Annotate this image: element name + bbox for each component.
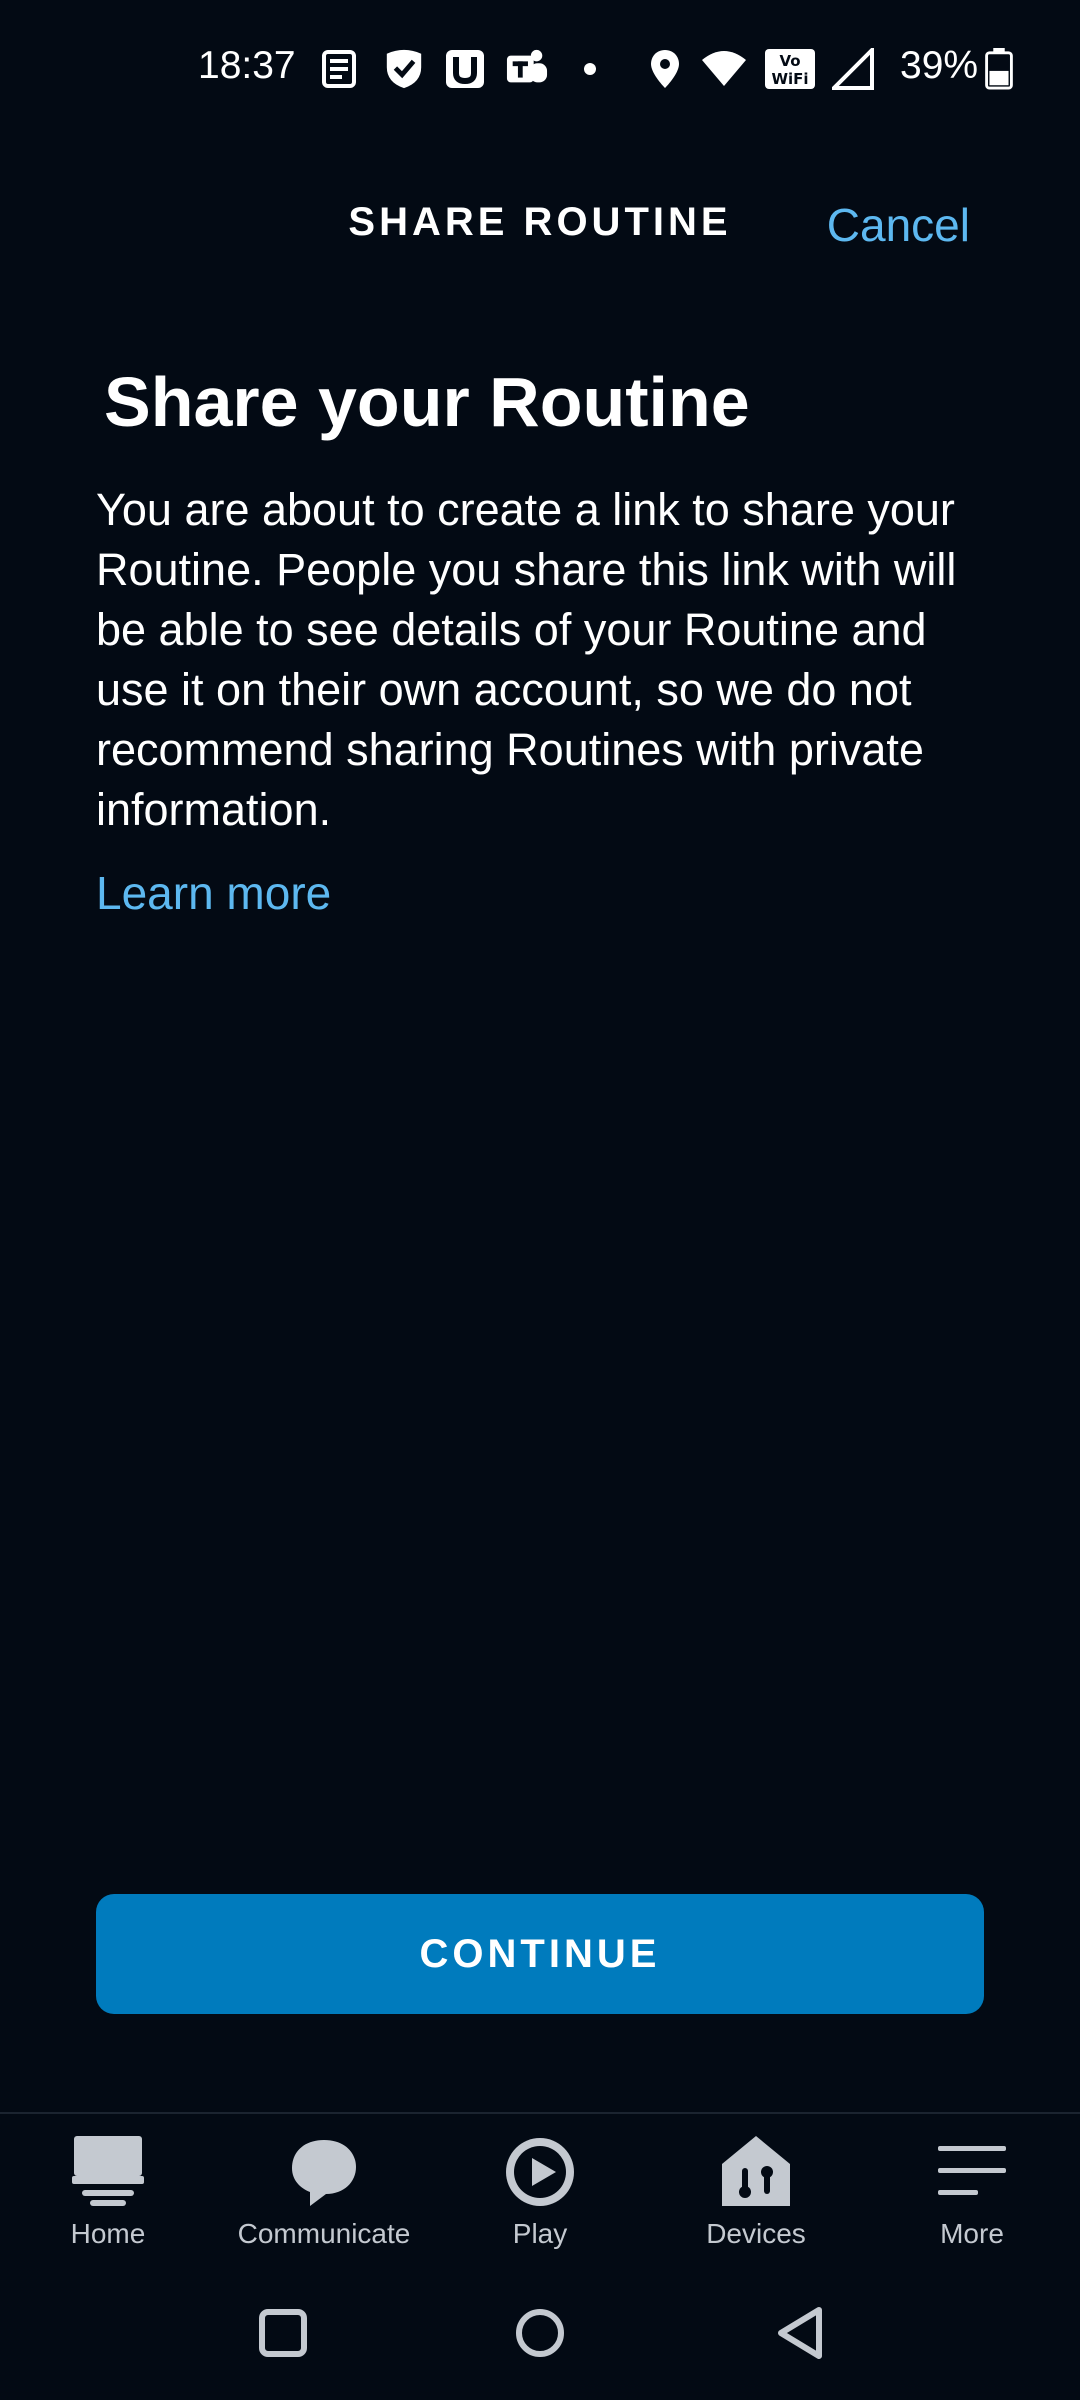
system-nav-bar bbox=[0, 2268, 1080, 2400]
location-icon bbox=[651, 50, 679, 88]
status-time: 18:37 bbox=[198, 44, 296, 87]
bottom-nav: Home Communicate Play Devices More bbox=[0, 2112, 1080, 2269]
chat-bubble-icon bbox=[292, 2140, 356, 2206]
description-text: You are about to create a link to share … bbox=[96, 484, 957, 835]
menu-icon bbox=[938, 2146, 1006, 2195]
continue-button[interactable]: CONTINUE bbox=[96, 1894, 984, 2014]
recents-button[interactable] bbox=[248, 2298, 318, 2368]
nav-label-more: More bbox=[940, 2218, 1004, 2249]
dot-icon bbox=[584, 63, 596, 75]
nav-item-play[interactable]: Play bbox=[432, 2134, 648, 2264]
svg-text:Vo: Vo bbox=[779, 52, 800, 70]
page-title: Share your Routine bbox=[104, 363, 750, 441]
vowifi-icon: Vo WiFi bbox=[765, 49, 815, 89]
nav-label-home: Home bbox=[70, 2218, 146, 2249]
check-shield-icon bbox=[386, 49, 422, 89]
devices-icon bbox=[722, 2136, 790, 2206]
signal-icon bbox=[832, 48, 874, 90]
nav-item-communicate[interactable]: Communicate bbox=[216, 2134, 432, 2264]
news-icon bbox=[322, 50, 356, 88]
nav-item-more[interactable]: More bbox=[864, 2134, 1080, 2264]
wifi-icon bbox=[702, 51, 746, 86]
nav-item-home[interactable]: Home bbox=[0, 2134, 216, 2264]
teams-icon bbox=[506, 49, 548, 83]
battery-percent: 39% bbox=[900, 44, 979, 87]
u-app-icon bbox=[446, 50, 484, 88]
learn-more-link[interactable]: Learn more bbox=[96, 866, 331, 920]
back-button[interactable] bbox=[765, 2298, 835, 2368]
battery-icon bbox=[985, 48, 1013, 90]
home-button[interactable] bbox=[505, 2298, 575, 2368]
screen: 18:37 Vo WiFi 39% SHARE ROUTINE Cancel S… bbox=[0, 0, 1080, 2400]
status-bar: 18:37 Vo WiFi 39% bbox=[0, 0, 1080, 140]
nav-item-devices[interactable]: Devices bbox=[648, 2134, 864, 2264]
cancel-button[interactable]: Cancel bbox=[827, 198, 970, 252]
nav-label-devices: Devices bbox=[706, 2218, 806, 2249]
home-icon bbox=[72, 2136, 144, 2206]
play-icon bbox=[506, 2138, 574, 2206]
svg-text:WiFi: WiFi bbox=[771, 70, 808, 88]
nav-label-communicate: Communicate bbox=[237, 2218, 411, 2249]
nav-label-play: Play bbox=[512, 2218, 568, 2249]
